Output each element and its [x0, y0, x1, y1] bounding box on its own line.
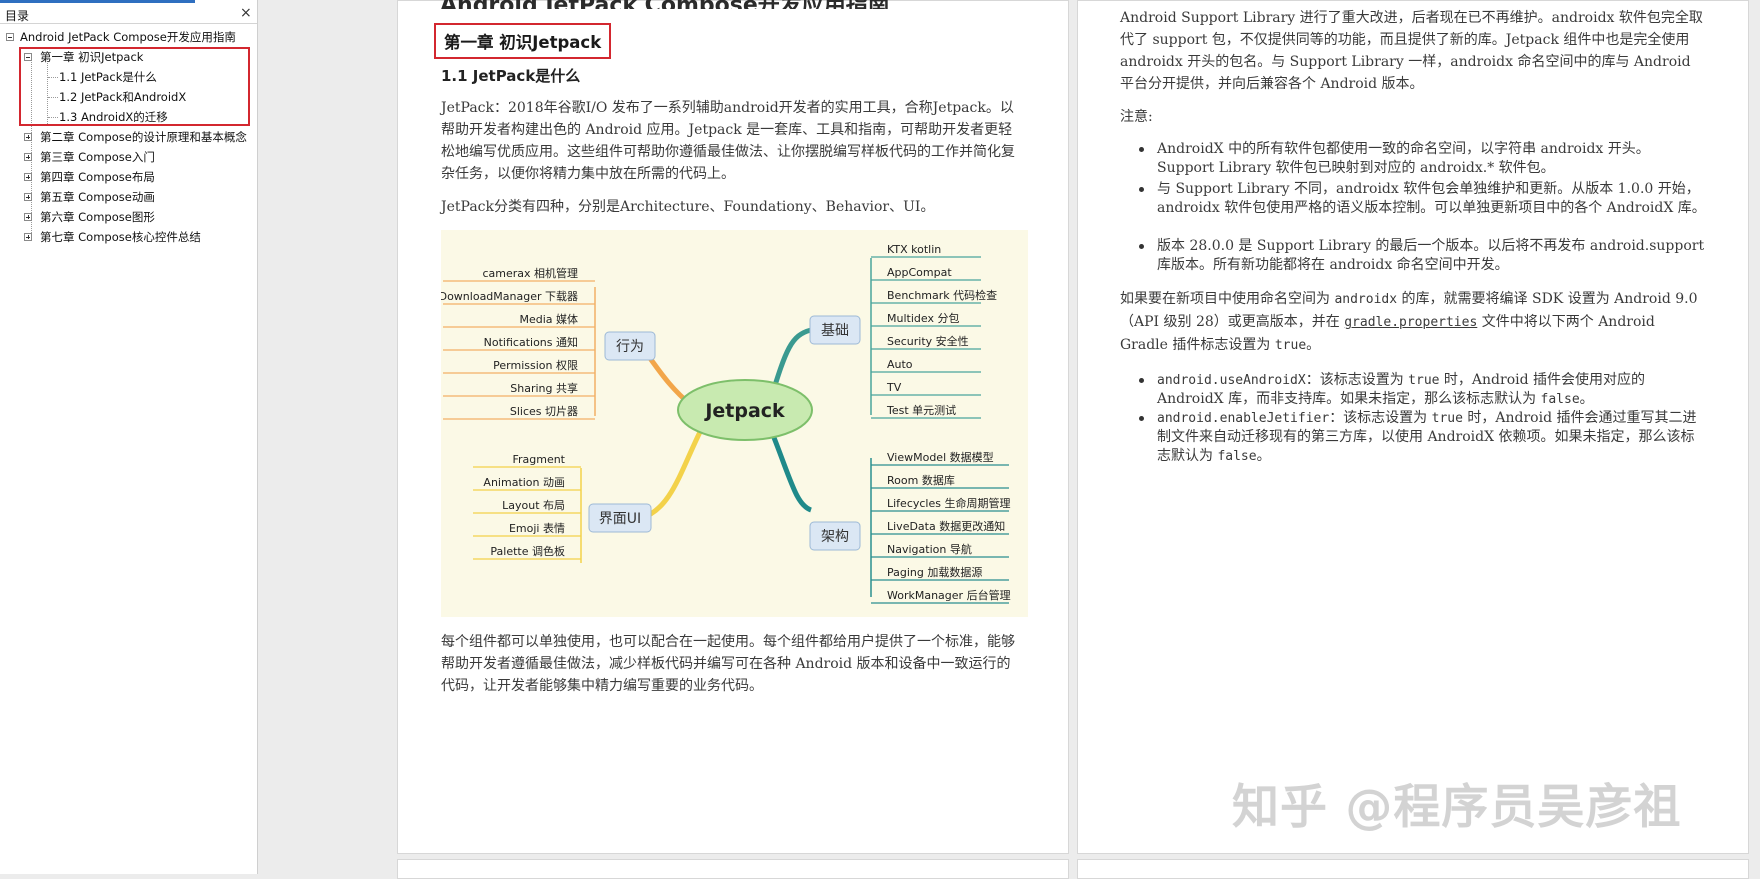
- jetpack-mindmap-image: Jetpack 行为 界面UI 基础 架构 camerax 相机管理 Downlo…: [441, 230, 1028, 617]
- text-run: 。: [1306, 337, 1321, 353]
- inline-code: true: [1431, 411, 1463, 426]
- mindmap-center-label: Jetpack: [703, 400, 785, 422]
- inline-code: true: [1274, 338, 1307, 353]
- paragraph: JetPack：2018年谷歌I/O 发布了一系列辅助android开发者的实用…: [441, 100, 1015, 182]
- mindmap-leaf-label: camerax 相机管理: [482, 266, 578, 280]
- toc-item-chapter3[interactable]: 第三章 Compose入门: [40, 150, 155, 164]
- toc-highlight-box: [19, 47, 250, 126]
- toc-item-root[interactable]: Android JetPack Compose开发应用指南: [20, 30, 236, 44]
- mindmap-leaf-label: Benchmark 代码检查: [887, 288, 997, 302]
- inline-code: androidx: [1334, 292, 1398, 307]
- mindmap-architecture-leaves: ViewModel 数据模型 Room 数据库 Lifecycles 生命周期管理 L…: [871, 450, 1011, 604]
- mindmap-leaf-label: Animation 动画: [483, 476, 565, 489]
- document-page-2: Android Support Library 进行了重大改进，后者现在已不再维…: [1077, 0, 1749, 854]
- mindmap-leaf-label: Room 数据库: [887, 473, 955, 487]
- toc-item-chapter2[interactable]: 第二章 Compose的设计原理和基本概念: [40, 130, 256, 144]
- expand-toggle-icon[interactable]: [24, 193, 32, 201]
- inline-code: true: [1408, 373, 1440, 388]
- expand-toggle-icon[interactable]: [24, 213, 32, 221]
- toc-item-chapter5[interactable]: 第五章 Compose动画: [40, 190, 155, 204]
- chapter-heading: 第一章 初识Jetpack: [434, 23, 612, 59]
- toc-item-chapter7[interactable]: 第七章 Compose核心控件总结: [40, 230, 201, 244]
- watermark: 知乎 @程序员吴彦祖: [1232, 780, 1682, 835]
- mindmap-leaf-label: WorkManager 后台管理: [887, 588, 1011, 602]
- mindmap-leaf-label: Test 单元测试: [886, 404, 956, 417]
- mindmap-node-architecture-label: 架构: [821, 529, 849, 545]
- mindmap-leaf-label: Layout 布局: [502, 499, 565, 512]
- list-item: AndroidX 中的所有软件包都使用一致的命名空间，以字符串 androidx…: [1139, 140, 1707, 178]
- mindmap-leaf-label: Notifications 通知: [484, 335, 578, 349]
- paragraph: 每个组件都可以单独使用，也可以配合在一起使用。每个组件都给用户提供了一个标准，能…: [441, 634, 1015, 694]
- mindmap-leaf-label: Navigation 导航: [887, 542, 972, 556]
- paragraph: 如果要在新项目中使用命名空间为 androidx 的库，就需要将编译 SDK 设…: [1120, 288, 1705, 357]
- mindmap-leaf-label: Slices 切片器: [510, 405, 578, 418]
- mindmap-branch: [768, 429, 813, 513]
- document-title: Android JetPack Compose开发应用指南: [440, 0, 900, 9]
- inline-code: false: [1217, 449, 1257, 464]
- list-item: android.useAndroidX：该标志设置为 true 时，Androi…: [1139, 371, 1707, 409]
- toc-title: 目录: [5, 9, 30, 23]
- text-run: 。: [1256, 448, 1271, 464]
- expand-toggle-icon[interactable]: [24, 133, 32, 141]
- mindmap-leaf-label: Media 媒体: [519, 312, 578, 326]
- expand-toggle-icon[interactable]: [24, 153, 32, 161]
- note-label: 注意:: [1120, 109, 1153, 125]
- mindmap-behavior-leaves: camerax 相机管理 DownloadManager 下载器 Media 媒体 N…: [441, 266, 595, 420]
- mindmap-leaf-label: LiveData 数据更改通知: [887, 519, 1005, 533]
- toc-header: 目录 ×: [0, 4, 257, 24]
- mindmap-leaf-label: TV: [886, 381, 902, 394]
- document-page-1: Android JetPack Compose开发应用指南 第一章 初识Jetp…: [397, 0, 1069, 854]
- document-page-4: [1077, 859, 1749, 879]
- mindmap-leaf-label: ViewModel 数据模型: [887, 450, 994, 464]
- text-run: ：该标志设置为: [1305, 372, 1409, 388]
- toc-panel: 目录 × Android JetPack Compose开发应用指南 第一章 初…: [0, 0, 258, 874]
- collapse-toggle-icon[interactable]: [6, 33, 14, 41]
- paragraph: Android Support Library 进行了重大改进，后者现在已不再维…: [1120, 10, 1703, 92]
- toc-accent-bar: [0, 0, 195, 3]
- inline-code: android.enableJetifier: [1157, 411, 1330, 426]
- mindmap-node-ui-label: 界面UI: [599, 511, 641, 527]
- expand-toggle-icon[interactable]: [24, 233, 32, 241]
- mindmap-leaf-label: DownloadManager 下载器: [441, 290, 578, 303]
- list-item: 版本 28.0.0 是 Support Library 的最后一个版本。以后将不…: [1139, 237, 1707, 275]
- mindmap-leaf-label: Sharing 共享: [510, 381, 578, 395]
- list-item: 与 Support Library 不同，androidx 软件包会单独维护和更…: [1139, 181, 1706, 216]
- mindmap-leaf-label: AppCompat: [887, 266, 952, 279]
- toc-item-chapter6[interactable]: 第六章 Compose图形: [40, 210, 155, 224]
- mindmap-leaf-label: Permission 权限: [493, 359, 578, 372]
- mindmap-leaf-label: Lifecycles 生命周期管理: [887, 496, 1010, 510]
- expand-toggle-icon[interactable]: [24, 173, 32, 181]
- toc-item-chapter4[interactable]: 第四章 Compose布局: [40, 170, 155, 184]
- inline-code: false: [1540, 392, 1580, 407]
- section-heading: 1.1 JetPack是什么: [441, 67, 581, 85]
- mindmap-leaf-label: Fragment: [512, 453, 565, 466]
- text-run: ：该标志设置为: [1329, 410, 1432, 426]
- text-run: 如果要在新项目中使用命名空间为: [1120, 291, 1335, 307]
- mindmap-leaf-label: KTX kotlin: [887, 243, 941, 256]
- close-icon[interactable]: ×: [240, 5, 252, 21]
- mindmap-node-foundation-label: 基础: [821, 322, 849, 339]
- mindmap-leaf-label: Security 安全性: [887, 334, 969, 348]
- mindmap-leaf-label: Multidex 分包: [887, 312, 959, 325]
- mindmap-leaf-label: Palette 调色板: [490, 544, 565, 558]
- mindmap-node-behavior-label: 行为: [616, 339, 644, 355]
- paragraph: JetPack分类有四种，分别是Architecture、Foundationy…: [441, 199, 935, 215]
- mindmap-ui-leaves: Fragment Animation 动画 Layout 布局 Emoji 表情 Pal…: [473, 453, 581, 560]
- list-item: android.enableJetifier：该标志设置为 true 时，And…: [1139, 409, 1707, 466]
- mindmap-leaf-label: Paging 加载数据源: [887, 565, 982, 579]
- mindmap-leaf-label: Auto: [887, 358, 913, 371]
- mindmap-leaf-label: Emoji 表情: [509, 521, 565, 535]
- inline-code: android.useAndroidX: [1157, 373, 1306, 388]
- inline-code-link[interactable]: gradle.properties: [1344, 315, 1477, 330]
- mindmap-foundation-leaves: KTX kotlin AppCompat Benchmark 代码检查 Multide…: [871, 243, 997, 419]
- document-page-3: [397, 859, 1069, 879]
- text-run: 。: [1579, 391, 1594, 407]
